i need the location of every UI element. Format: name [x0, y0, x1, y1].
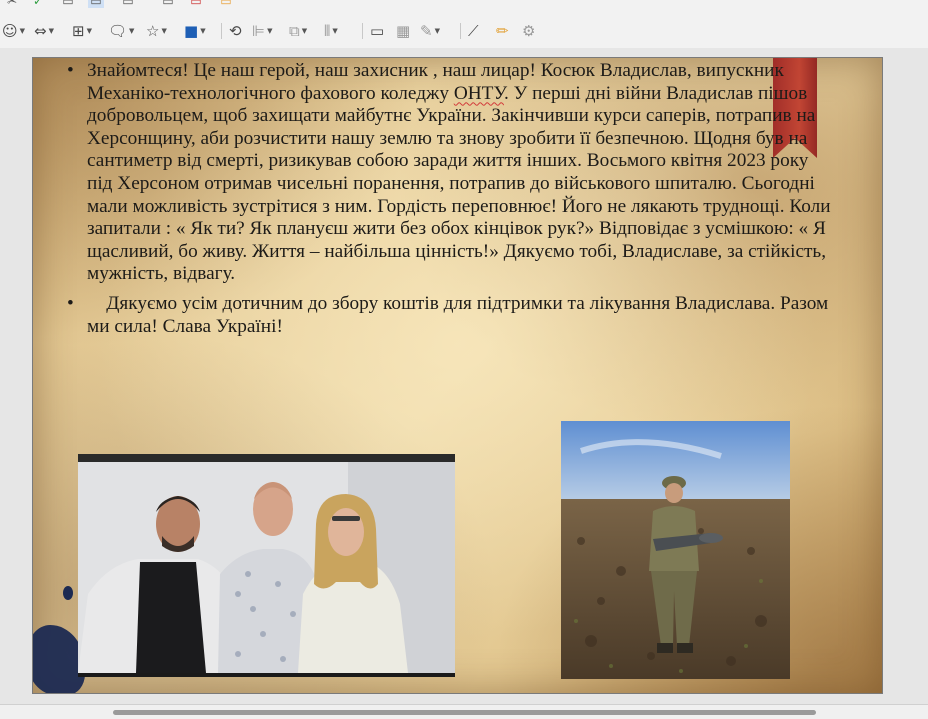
- rotate-icon: ⟲: [229, 22, 242, 40]
- points-button[interactable]: ⟋: [468, 20, 479, 42]
- photo-hospital-group[interactable]: [78, 454, 455, 677]
- layout-icon[interactable]: ▭: [218, 0, 234, 8]
- bullet-paragraph-2: Дякуємо усім дотичним до збору коштів дл…: [67, 293, 837, 338]
- slide-text-box[interactable]: Знайомтеся! Це наш герой, наш захисник ,…: [67, 60, 837, 338]
- star-icon: ☆: [146, 22, 160, 40]
- ink-dot-decoration: [63, 586, 73, 600]
- crop-icon: ▦: [396, 22, 411, 40]
- chevron-down-icon: ▼: [267, 27, 273, 35]
- chevron-down-icon: ▼: [332, 27, 338, 35]
- align-button[interactable]: ⊫ ▼: [252, 20, 272, 42]
- chevron-down-icon: ▼: [434, 27, 440, 35]
- drawing-toolbar: ☺ ▼ ⇔ ▼ ⊞ ▼ 🗨 ▼ ☆ ▼ ■ ▼ ⟲ ⊫ ▼ ⧉ ▼ ⫴ ▼ ▭ ▦ ✎ ▼ ⟋ ✏: [0, 14, 928, 49]
- crop-button[interactable]: ▦: [396, 20, 410, 42]
- flowchart-button[interactable]: ⊞ ▼: [72, 20, 92, 42]
- photo-soldier-field[interactable]: [561, 421, 790, 679]
- cut-icon[interactable]: ✂: [4, 0, 20, 8]
- chevron-down-icon: ▼: [129, 27, 135, 35]
- callouts-button[interactable]: 🗨 ▼: [108, 20, 134, 42]
- block-arrows-button[interactable]: ⇔ ▼: [34, 20, 54, 42]
- insert-table-icon[interactable]: ▭: [120, 0, 136, 8]
- insert-chart-icon[interactable]: ▭: [88, 0, 104, 8]
- insert-image-icon[interactable]: ▭: [60, 0, 76, 8]
- check-icon[interactable]: ✓: [30, 0, 46, 8]
- basic-shapes-button[interactable]: ☺ ▼: [2, 20, 25, 42]
- pencil-icon: ✏: [496, 22, 509, 40]
- shadow-button[interactable]: ▭: [370, 20, 384, 42]
- toolbar-divider: [362, 23, 363, 39]
- double-arrow-icon: ⇔: [34, 22, 47, 40]
- chevron-down-icon: ▼: [86, 27, 92, 35]
- toolbar-divider: [460, 23, 461, 39]
- arrange-icon: ⧉: [289, 22, 300, 40]
- shadow-icon: ▭: [370, 22, 385, 40]
- bullet-paragraph-1: Знайомтеся! Це наш герой, наш захисник ,…: [67, 60, 837, 286]
- toolbar-row-top: ✂ ✓ ▭ ▭ ▭ ▭ ▭ ▭: [0, 0, 928, 14]
- distribute-button[interactable]: ⫴ ▼: [324, 20, 338, 42]
- highlight-button[interactable]: ✏: [496, 20, 509, 42]
- filter-button[interactable]: ✎ ▼: [420, 20, 440, 42]
- extrusion-icon: ⚙: [522, 22, 536, 40]
- distribute-icon: ⫴: [324, 22, 331, 40]
- paragraph-2-text: Дякуємо усім дотичним до збору коштів дл…: [87, 292, 834, 337]
- stars-button[interactable]: ☆ ▼: [146, 20, 167, 42]
- duplicate-slide-icon[interactable]: ▭: [160, 0, 176, 8]
- chevron-down-icon: ▼: [48, 27, 54, 35]
- curve-points-icon: ⟋: [468, 22, 479, 40]
- soldier-field-illustration: [561, 421, 790, 679]
- hospital-group-illustration: [78, 454, 455, 673]
- smiley-icon: ☺: [2, 22, 18, 40]
- filter-icon: ✎: [420, 22, 433, 40]
- chevron-down-icon: ▼: [200, 27, 206, 35]
- chevron-down-icon: ▼: [161, 27, 167, 35]
- paragraph-1-text-b: . У перші дні війни Владислав пішов добр…: [87, 82, 831, 285]
- delete-slide-icon[interactable]: ▭: [188, 0, 204, 8]
- chevron-down-icon: ▼: [301, 27, 308, 35]
- flowchart-icon: ⊞: [72, 22, 85, 40]
- 3d-objects-button[interactable]: ■ ▼: [184, 20, 206, 42]
- slide-canvas[interactable]: Знайомтеся! Це наш герой, наш захисник ,…: [32, 57, 883, 694]
- rotate-button[interactable]: ⟲: [229, 20, 242, 42]
- toolbar-divider: [221, 23, 222, 39]
- align-icon: ⊫: [252, 22, 266, 40]
- callout-icon: 🗨: [108, 22, 128, 40]
- 3d-shape-icon: ■: [184, 22, 199, 40]
- toggle-extrusion-button[interactable]: ⚙: [522, 20, 535, 42]
- chevron-down-icon: ▼: [19, 27, 26, 35]
- arrange-button[interactable]: ⧉ ▼: [289, 20, 307, 42]
- spellcheck-underlined-word: ОНТУ: [453, 82, 504, 104]
- horizontal-scrollbar-thumb[interactable]: [113, 710, 816, 715]
